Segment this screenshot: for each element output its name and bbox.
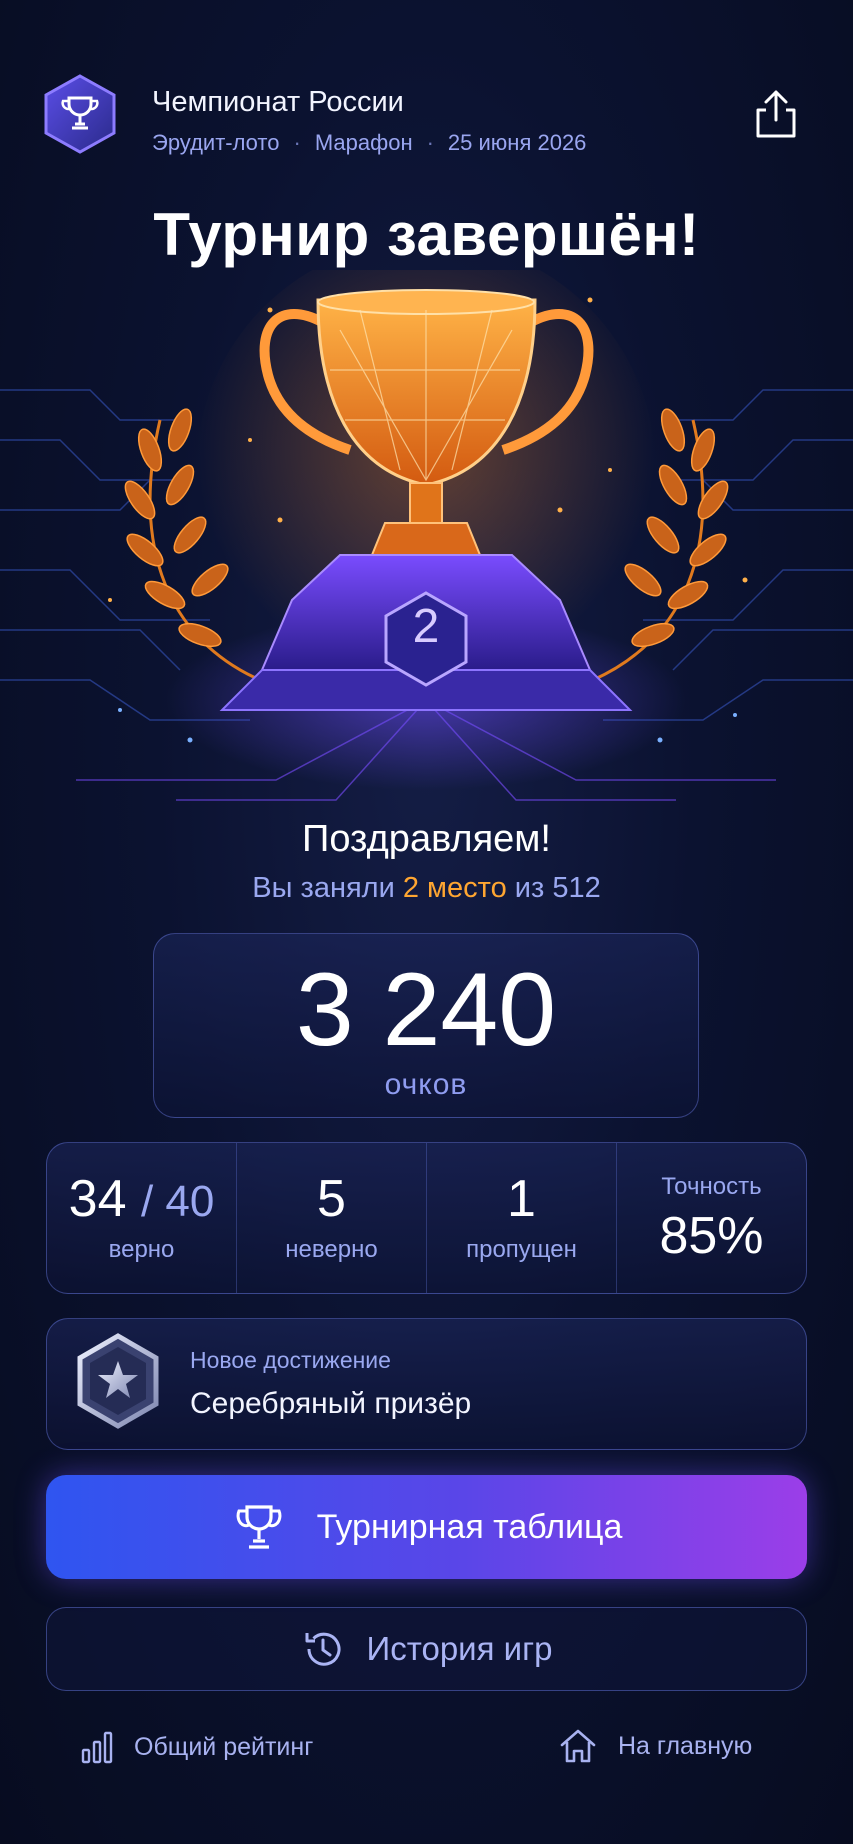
place-summary: Вы заняли 2 место из 512: [0, 872, 853, 905]
stat-correct: 34 / 40 верно: [47, 1143, 237, 1293]
skipped-label: пропущен: [466, 1236, 577, 1264]
achievement-title: Серебряный призёр: [190, 1387, 472, 1420]
place-suffix: из 512: [514, 872, 601, 904]
tournament-name: Чемпионат России: [152, 86, 404, 118]
wrong-count: 5: [317, 1169, 346, 1228]
logo-trophy-icon: [44, 74, 116, 154]
wrong-label: неверно: [285, 1236, 378, 1264]
stats-card: 34 / 40 верно 5 неверно 1 пропущен Точно…: [46, 1142, 807, 1294]
place-number: 2: [413, 600, 440, 653]
place-value: 2 место: [402, 872, 507, 904]
home-label: На главную: [618, 1731, 753, 1760]
score-unit: очков: [384, 1068, 468, 1101]
share-icon[interactable]: [752, 88, 800, 140]
history-label: История игр: [366, 1630, 553, 1667]
tournament-meta: Эрудит-лото · Марафон · 25 июня 2026: [152, 130, 586, 156]
meta-separator: ·: [293, 130, 301, 155]
meta-separator: ·: [426, 130, 434, 155]
correct-label: верно: [108, 1236, 175, 1264]
correct-count: 34: [68, 1169, 127, 1228]
bar-chart-icon: [81, 1731, 113, 1764]
overall-rating-link[interactable]: Общий рейтинг: [80, 1730, 313, 1764]
accuracy-value: 85%: [659, 1206, 764, 1265]
silver-star-badge-icon: [77, 1333, 159, 1429]
leaderboard-button[interactable]: Турнирная таблица: [46, 1475, 807, 1579]
achievement-card[interactable]: [46, 1318, 807, 1450]
skipped-count: 1: [507, 1169, 536, 1228]
game-date: 25 июня 2026: [447, 130, 587, 155]
total-count: / 40: [140, 1176, 215, 1226]
leaderboard-label: Турнирная таблица: [316, 1507, 623, 1546]
game-mode: Марафон: [314, 130, 413, 155]
home-icon: [560, 1729, 596, 1763]
score-value: 3 240: [295, 952, 557, 1068]
congratulations-text: Поздравляем!: [302, 818, 551, 860]
stat-accuracy: Точность 85%: [617, 1143, 806, 1293]
history-icon: [305, 1632, 341, 1666]
home-link[interactable]: На главную: [558, 1726, 752, 1766]
stat-skipped: 1 пропущен: [427, 1143, 617, 1293]
trophy-icon: [236, 1505, 281, 1549]
achievement-label: Новое достижение: [190, 1347, 391, 1373]
accuracy-label: Точность: [661, 1172, 762, 1200]
stat-wrong: 5 неверно: [237, 1143, 427, 1293]
overall-rating-label: Общий рейтинг: [134, 1732, 314, 1761]
trophy-illustration: 2: [0, 270, 853, 801]
history-button[interactable]: История игр: [46, 1607, 807, 1691]
page-title: Турнир завершён!: [153, 201, 700, 268]
game-type: Эрудит-лото: [152, 130, 280, 155]
place-prefix: Вы заняли: [252, 872, 395, 904]
